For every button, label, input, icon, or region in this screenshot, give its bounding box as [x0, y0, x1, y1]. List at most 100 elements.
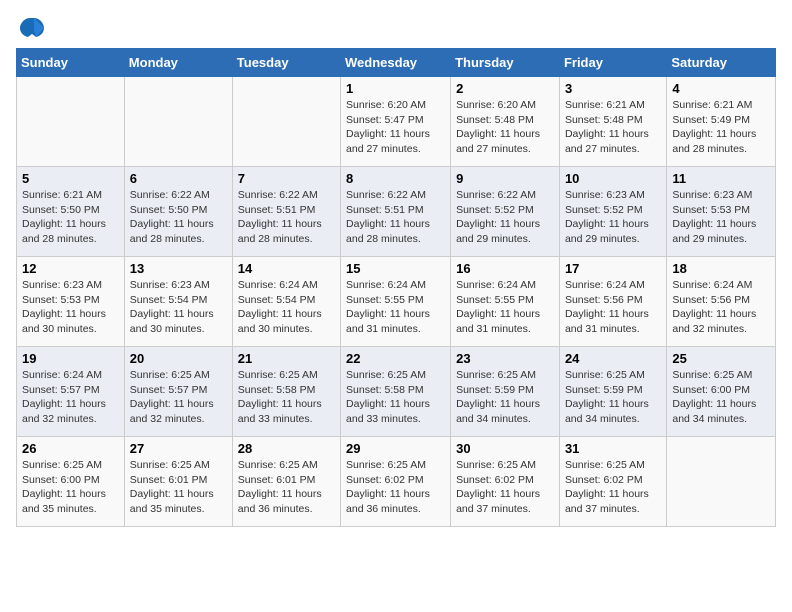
- calendar-cell: 17 Sunrise: 6:24 AM Sunset: 5:56 PM Dayli…: [559, 257, 666, 347]
- day-number: 23: [456, 351, 554, 366]
- day-number: 11: [672, 171, 770, 186]
- day-info: Sunrise: 6:23 AM Sunset: 5:54 PM Dayligh…: [130, 278, 227, 337]
- day-number: 17: [565, 261, 661, 276]
- day-number: 31: [565, 441, 661, 456]
- weekday-header-tuesday: Tuesday: [232, 49, 340, 77]
- day-info: Sunrise: 6:24 AM Sunset: 5:57 PM Dayligh…: [22, 368, 119, 427]
- weekday-header-sunday: Sunday: [17, 49, 125, 77]
- calendar-cell: 29 Sunrise: 6:25 AM Sunset: 6:02 PM Dayli…: [341, 437, 451, 527]
- day-info: Sunrise: 6:22 AM Sunset: 5:50 PM Dayligh…: [130, 188, 227, 247]
- day-info: Sunrise: 6:22 AM Sunset: 5:51 PM Dayligh…: [346, 188, 445, 247]
- calendar-cell: 22 Sunrise: 6:25 AM Sunset: 5:58 PM Dayli…: [341, 347, 451, 437]
- day-info: Sunrise: 6:24 AM Sunset: 5:56 PM Dayligh…: [565, 278, 661, 337]
- day-number: 1: [346, 81, 445, 96]
- day-info: Sunrise: 6:21 AM Sunset: 5:48 PM Dayligh…: [565, 98, 661, 157]
- day-info: Sunrise: 6:23 AM Sunset: 5:53 PM Dayligh…: [672, 188, 770, 247]
- week-row-2: 5Sunrise: 6:21 AM Sunset: 5:50 PM Daylig…: [17, 167, 776, 257]
- calendar-cell: [667, 437, 776, 527]
- weekday-header-row: SundayMondayTuesdayWednesdayThursdayFrid…: [17, 49, 776, 77]
- calendar-cell: 1 Sunrise: 6:20 AM Sunset: 5:47 PM Daylig…: [341, 77, 451, 167]
- day-info: Sunrise: 6:25 AM Sunset: 5:58 PM Dayligh…: [346, 368, 445, 427]
- day-info: Sunrise: 6:25 AM Sunset: 6:00 PM Dayligh…: [22, 458, 119, 517]
- day-info: Sunrise: 6:21 AM Sunset: 5:49 PM Dayligh…: [672, 98, 770, 157]
- day-info: Sunrise: 6:22 AM Sunset: 5:52 PM Dayligh…: [456, 188, 554, 247]
- day-number: 26: [22, 441, 119, 456]
- calendar-body: 1 Sunrise: 6:20 AM Sunset: 5:47 PM Daylig…: [17, 77, 776, 527]
- day-info: Sunrise: 6:22 AM Sunset: 5:51 PM Dayligh…: [238, 188, 335, 247]
- week-row-5: 26 Sunrise: 6:25 AM Sunset: 6:00 PM Dayli…: [17, 437, 776, 527]
- calendar-cell: 3Sunrise: 6:21 AM Sunset: 5:48 PM Daylig…: [559, 77, 666, 167]
- calendar-cell: 24Sunrise: 6:25 AM Sunset: 5:59 PM Dayli…: [559, 347, 666, 437]
- calendar-cell: 25Sunrise: 6:25 AM Sunset: 6:00 PM Dayli…: [667, 347, 776, 437]
- day-number: 14: [238, 261, 335, 276]
- day-number: 19: [22, 351, 119, 366]
- calendar-header: SundayMondayTuesdayWednesdayThursdayFrid…: [17, 49, 776, 77]
- day-number: 10: [565, 171, 661, 186]
- calendar-cell: 4 Sunrise: 6:21 AM Sunset: 5:49 PM Daylig…: [667, 77, 776, 167]
- day-number: 12: [22, 261, 119, 276]
- calendar-cell: [232, 77, 340, 167]
- page-header: [16, 16, 776, 40]
- calendar-cell: 8 Sunrise: 6:22 AM Sunset: 5:51 PM Daylig…: [341, 167, 451, 257]
- day-number: 9: [456, 171, 554, 186]
- day-number: 8: [346, 171, 445, 186]
- calendar-cell: 14Sunrise: 6:24 AM Sunset: 5:54 PM Dayli…: [232, 257, 340, 347]
- calendar-cell: 28Sunrise: 6:25 AM Sunset: 6:01 PM Dayli…: [232, 437, 340, 527]
- day-number: 15: [346, 261, 445, 276]
- calendar-cell: 19 Sunrise: 6:24 AM Sunset: 5:57 PM Dayli…: [17, 347, 125, 437]
- day-info: Sunrise: 6:25 AM Sunset: 5:59 PM Dayligh…: [456, 368, 554, 427]
- day-info: Sunrise: 6:25 AM Sunset: 6:01 PM Dayligh…: [238, 458, 335, 517]
- day-info: Sunrise: 6:20 AM Sunset: 5:48 PM Dayligh…: [456, 98, 554, 157]
- calendar-cell: 2 Sunrise: 6:20 AM Sunset: 5:48 PM Daylig…: [451, 77, 560, 167]
- calendar-table: SundayMondayTuesdayWednesdayThursdayFrid…: [16, 48, 776, 527]
- calendar-cell: 10 Sunrise: 6:23 AM Sunset: 5:52 PM Dayli…: [559, 167, 666, 257]
- logo-icon: [16, 16, 44, 40]
- day-number: 6: [130, 171, 227, 186]
- day-info: Sunrise: 6:25 AM Sunset: 6:02 PM Dayligh…: [346, 458, 445, 517]
- calendar-cell: 27 Sunrise: 6:25 AM Sunset: 6:01 PM Dayli…: [124, 437, 232, 527]
- calendar-cell: 9 Sunrise: 6:22 AM Sunset: 5:52 PM Daylig…: [451, 167, 560, 257]
- day-info: Sunrise: 6:25 AM Sunset: 6:01 PM Dayligh…: [130, 458, 227, 517]
- day-info: Sunrise: 6:24 AM Sunset: 5:55 PM Dayligh…: [346, 278, 445, 337]
- day-number: 7: [238, 171, 335, 186]
- calendar-cell: 7 Sunrise: 6:22 AM Sunset: 5:51 PM Daylig…: [232, 167, 340, 257]
- calendar-cell: 12Sunrise: 6:23 AM Sunset: 5:53 PM Dayli…: [17, 257, 125, 347]
- day-number: 16: [456, 261, 554, 276]
- day-number: 2: [456, 81, 554, 96]
- day-number: 20: [130, 351, 227, 366]
- day-info: Sunrise: 6:25 AM Sunset: 5:57 PM Dayligh…: [130, 368, 227, 427]
- weekday-header-thursday: Thursday: [451, 49, 560, 77]
- calendar-cell: 6 Sunrise: 6:22 AM Sunset: 5:50 PM Daylig…: [124, 167, 232, 257]
- day-number: 22: [346, 351, 445, 366]
- calendar-cell: 16Sunrise: 6:24 AM Sunset: 5:55 PM Dayli…: [451, 257, 560, 347]
- calendar-cell: 30Sunrise: 6:25 AM Sunset: 6:02 PM Dayli…: [451, 437, 560, 527]
- day-info: Sunrise: 6:25 AM Sunset: 5:58 PM Dayligh…: [238, 368, 335, 427]
- day-number: 13: [130, 261, 227, 276]
- day-number: 21: [238, 351, 335, 366]
- calendar-cell: 15 Sunrise: 6:24 AM Sunset: 5:55 PM Dayli…: [341, 257, 451, 347]
- calendar-cell: 23 Sunrise: 6:25 AM Sunset: 5:59 PM Dayli…: [451, 347, 560, 437]
- logo: [16, 16, 50, 40]
- day-number: 29: [346, 441, 445, 456]
- week-row-1: 1 Sunrise: 6:20 AM Sunset: 5:47 PM Daylig…: [17, 77, 776, 167]
- calendar-cell: [17, 77, 125, 167]
- calendar-cell: [124, 77, 232, 167]
- week-row-3: 12Sunrise: 6:23 AM Sunset: 5:53 PM Dayli…: [17, 257, 776, 347]
- calendar-cell: 18 Sunrise: 6:24 AM Sunset: 5:56 PM Dayli…: [667, 257, 776, 347]
- weekday-header-wednesday: Wednesday: [341, 49, 451, 77]
- day-number: 18: [672, 261, 770, 276]
- week-row-4: 19 Sunrise: 6:24 AM Sunset: 5:57 PM Dayli…: [17, 347, 776, 437]
- day-number: 25: [672, 351, 770, 366]
- day-number: 4: [672, 81, 770, 96]
- calendar-cell: 26 Sunrise: 6:25 AM Sunset: 6:00 PM Dayli…: [17, 437, 125, 527]
- calendar-cell: 11 Sunrise: 6:23 AM Sunset: 5:53 PM Dayli…: [667, 167, 776, 257]
- calendar-cell: 21 Sunrise: 6:25 AM Sunset: 5:58 PM Dayli…: [232, 347, 340, 437]
- calendar-cell: 31 Sunrise: 6:25 AM Sunset: 6:02 PM Dayli…: [559, 437, 666, 527]
- calendar-cell: 5Sunrise: 6:21 AM Sunset: 5:50 PM Daylig…: [17, 167, 125, 257]
- day-info: Sunrise: 6:20 AM Sunset: 5:47 PM Dayligh…: [346, 98, 445, 157]
- day-number: 27: [130, 441, 227, 456]
- calendar-cell: 13 Sunrise: 6:23 AM Sunset: 5:54 PM Dayli…: [124, 257, 232, 347]
- day-info: Sunrise: 6:24 AM Sunset: 5:56 PM Dayligh…: [672, 278, 770, 337]
- day-info: Sunrise: 6:25 AM Sunset: 6:02 PM Dayligh…: [565, 458, 661, 517]
- day-info: Sunrise: 6:23 AM Sunset: 5:52 PM Dayligh…: [565, 188, 661, 247]
